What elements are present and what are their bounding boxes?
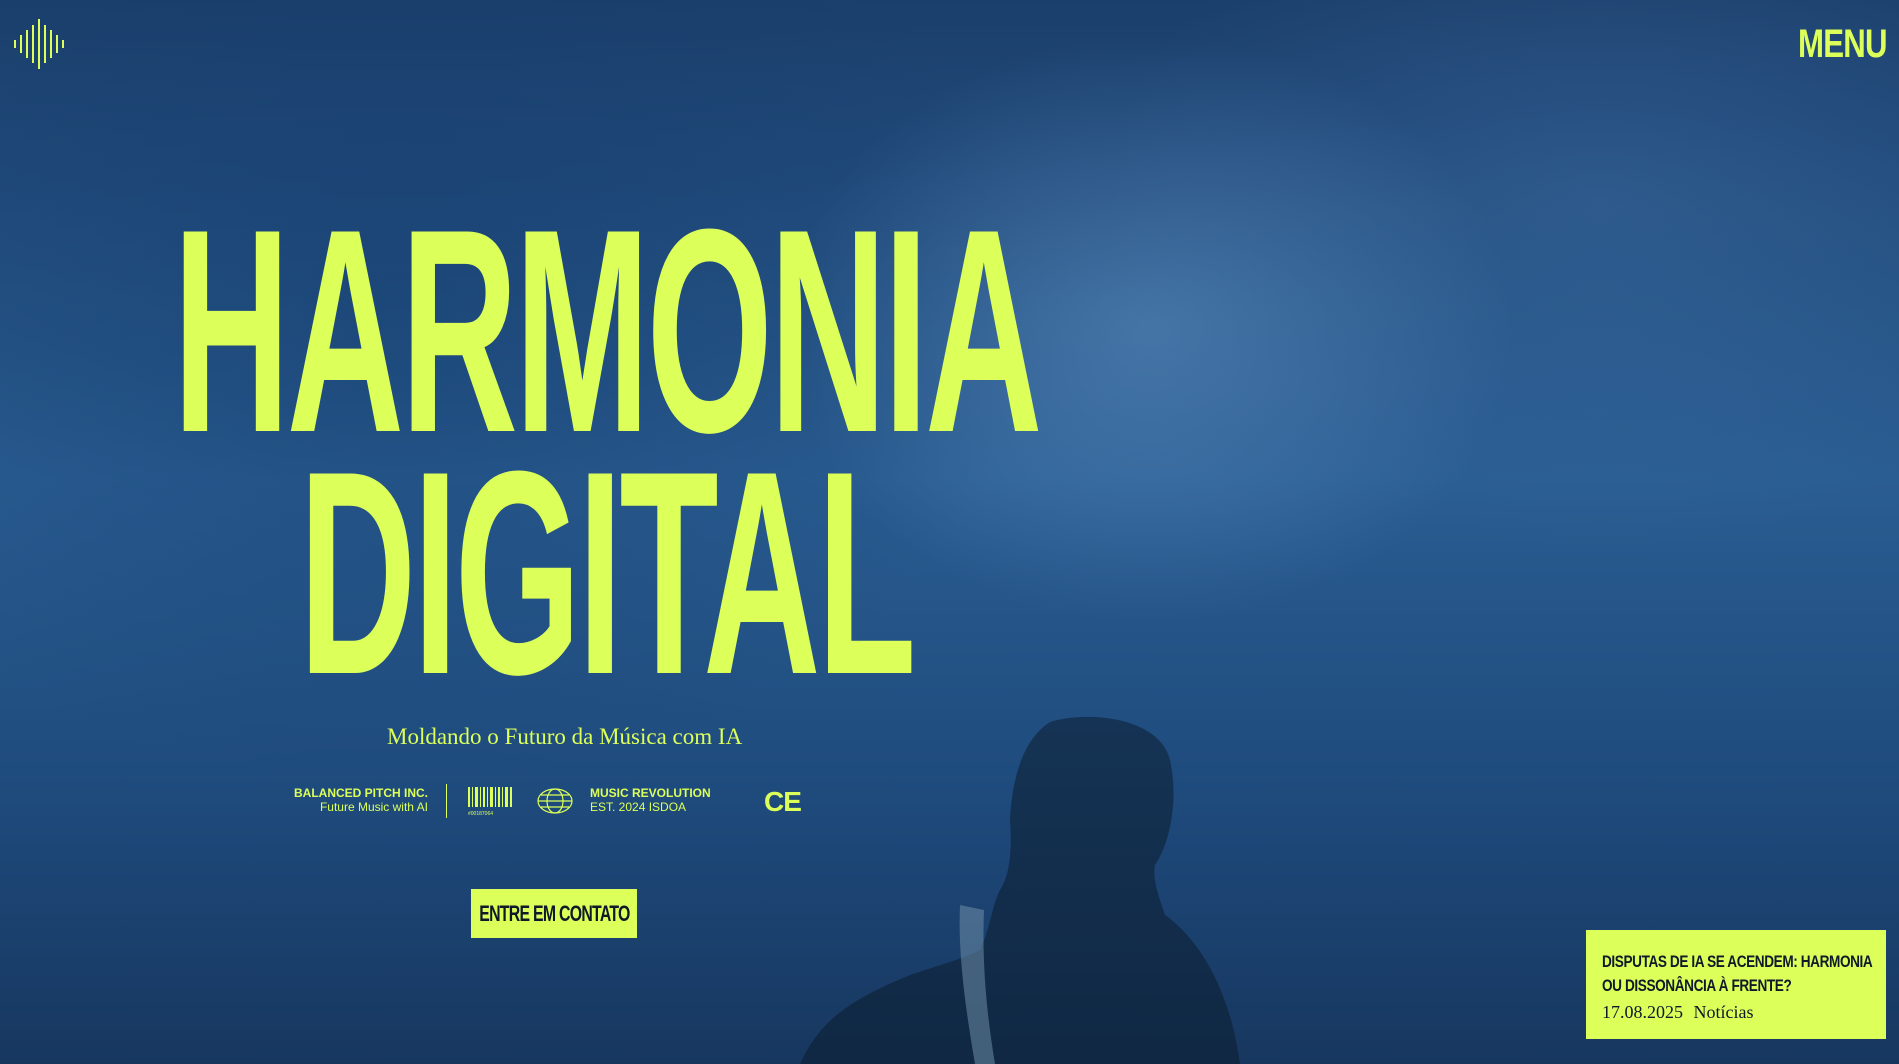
revolution-badge: MUSIC REVOLUTION EST. 2024 ISDOA bbox=[590, 786, 711, 814]
contact-button[interactable]: ENTRE EM CONTATO bbox=[471, 889, 637, 938]
hero-title: HARMONIA DIGITAL bbox=[130, 186, 1082, 718]
news-date: 17.08.2025 bbox=[1602, 1002, 1683, 1022]
barcode-number: #00187064 bbox=[468, 811, 493, 817]
barcode-icon: #00187064 bbox=[468, 787, 512, 817]
contact-button-label: ENTRE EM CONTATO bbox=[478, 900, 630, 926]
sound-wave-logo-icon[interactable] bbox=[14, 19, 66, 69]
globe-icon bbox=[537, 788, 573, 814]
news-meta: 17.08.2025 Notícias bbox=[1602, 1002, 1872, 1023]
menu-button[interactable]: MENU bbox=[1798, 22, 1888, 67]
company-tagline: Future Music with AI bbox=[319, 800, 428, 814]
news-category: Notícias bbox=[1693, 1002, 1754, 1022]
performer-silhouette bbox=[800, 716, 1240, 1064]
badge-divider bbox=[446, 784, 447, 818]
revolution-title: MUSIC REVOLUTION bbox=[590, 786, 711, 800]
hero-subtitle: Moldando o Futuro da Música com IA bbox=[387, 724, 743, 749]
company-badge: BALANCED PITCH INC. Future Music with AI bbox=[286, 786, 428, 814]
ce-mark: CE bbox=[764, 786, 802, 817]
news-card[interactable]: DISPUTAS DE IA SE ACENDEM: HARMONIA OU D… bbox=[1586, 930, 1886, 1039]
revolution-sub: EST. 2024 ISDOA bbox=[590, 800, 687, 814]
company-name: BALANCED PITCH INC. bbox=[294, 786, 428, 800]
news-title: DISPUTAS DE IA SE ACENDEM: HARMONIA OU D… bbox=[1602, 952, 1872, 995]
